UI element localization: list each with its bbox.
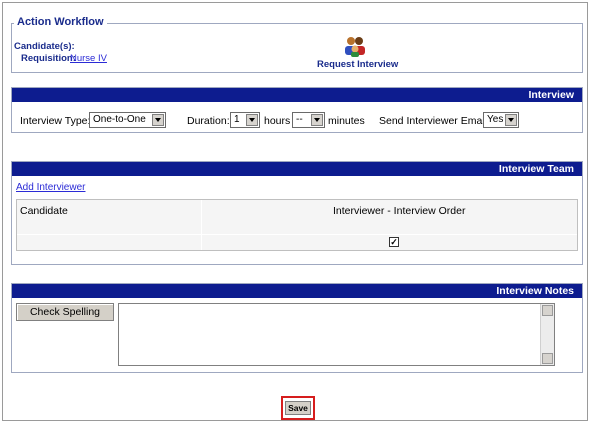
chevron-down-icon[interactable] (311, 114, 323, 126)
duration-label: Duration: (187, 115, 230, 127)
interview-notes-textarea[interactable] (118, 303, 555, 366)
requisition-link[interactable]: Nurse IV (70, 53, 107, 64)
notes-scrollbar[interactable] (540, 304, 554, 365)
duration-minutes-value: -- (296, 114, 303, 125)
row-divider (17, 234, 577, 235)
minutes-label: minutes (328, 115, 365, 127)
scroll-up-icon[interactable] (542, 305, 553, 316)
action-workflow-legend: Action Workflow (14, 16, 107, 28)
column-divider (201, 200, 202, 250)
interview-team-table: Candidate Interviewer - Interview Order … (16, 199, 578, 251)
interview-type-value: One-to-One (93, 114, 146, 125)
chevron-down-icon[interactable] (505, 114, 517, 126)
interview-team-panel: Interview Team Add Interviewer Candidate… (11, 161, 583, 265)
app-frame: Action Workflow Candidate(s): Requisitio… (2, 2, 588, 421)
column-header-interviewer-order: Interviewer - Interview Order (333, 205, 466, 217)
send-email-select[interactable]: Yes (483, 112, 519, 128)
hours-label: hours (264, 115, 291, 127)
save-button[interactable]: Save (285, 401, 311, 415)
send-email-label: Send Interviewer Email: (379, 115, 490, 127)
save-highlight: Save (281, 396, 315, 420)
interviewer-checkbox[interactable]: ✓ (389, 237, 399, 247)
chevron-down-icon[interactable] (246, 114, 258, 126)
add-interviewer-link[interactable]: Add Interviewer (16, 182, 85, 193)
interview-type-select[interactable]: One-to-One (89, 112, 166, 128)
chevron-down-icon[interactable] (152, 114, 164, 126)
interview-header: Interview (12, 88, 582, 102)
interview-type-label: Interview Type: (20, 115, 91, 127)
send-email-value: Yes (487, 114, 504, 125)
duration-minutes-select[interactable]: -- (292, 112, 325, 128)
column-header-candidate: Candidate (20, 205, 68, 217)
scroll-down-icon[interactable] (542, 353, 553, 364)
duration-hours-select[interactable]: 1 (230, 112, 260, 128)
request-interview-link[interactable]: Request Interview (317, 59, 398, 70)
action-workflow-box (11, 23, 583, 73)
requisition-label: Requisition: (21, 53, 76, 64)
duration-hours-value: 1 (234, 114, 240, 125)
people-icon[interactable] (343, 34, 367, 58)
check-spelling-button[interactable]: Check Spelling (16, 303, 114, 321)
interview-panel: Interview Interview Type: One-to-One Dur… (11, 87, 583, 133)
interview-notes-header: Interview Notes (12, 284, 582, 298)
interview-notes-panel: Interview Notes Check Spelling (11, 283, 583, 373)
candidates-label: Candidate(s): (14, 41, 75, 52)
interview-team-header: Interview Team (12, 162, 582, 176)
